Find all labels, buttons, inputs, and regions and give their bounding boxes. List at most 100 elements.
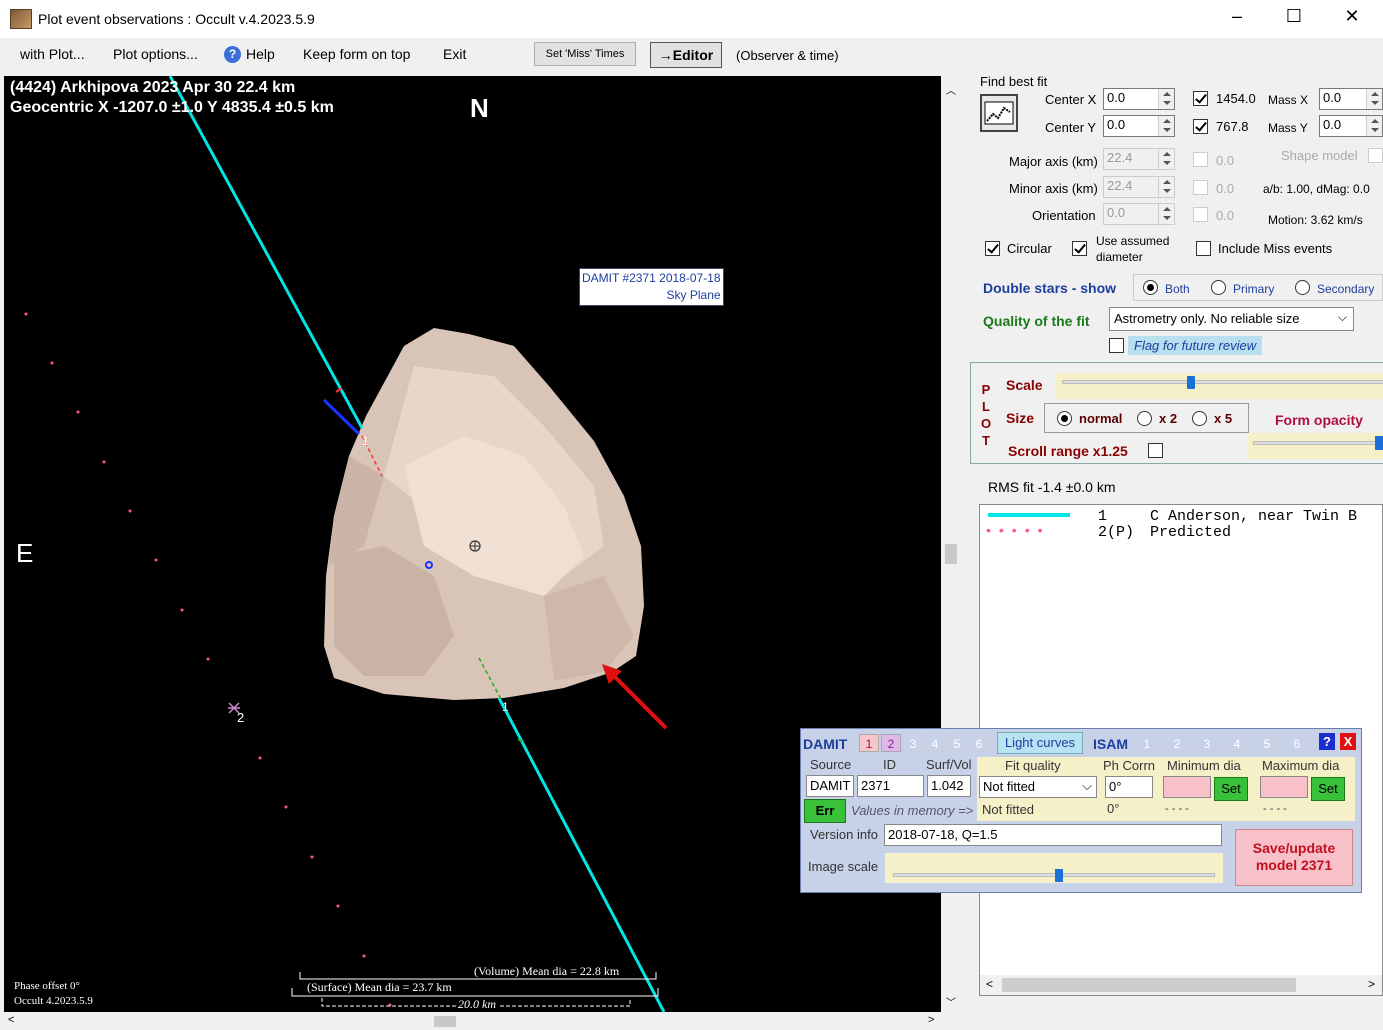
menu-plot-options[interactable]: Plot options... bbox=[113, 46, 198, 62]
fit-chart-icon bbox=[984, 101, 1014, 125]
damit-model-5[interactable]: 5 bbox=[947, 734, 967, 752]
damit-help-button[interactable]: ? bbox=[1319, 733, 1335, 750]
size-normal-label: normal bbox=[1079, 411, 1123, 426]
circular-checkbox[interactable] bbox=[985, 241, 1000, 256]
major-axis-checkbox[interactable] bbox=[1193, 152, 1208, 167]
form-opacity-slider[interactable] bbox=[1247, 433, 1383, 459]
damit-model-1[interactable]: 1 bbox=[859, 734, 879, 752]
find-best-fit-button[interactable] bbox=[980, 94, 1018, 132]
isam-model-4[interactable]: 4 bbox=[1227, 734, 1247, 752]
chevron-down-icon: ⌵ bbox=[1337, 310, 1347, 324]
orientation-value: 0.0 bbox=[1107, 205, 1126, 220]
menu-help[interactable]: Help bbox=[246, 46, 275, 62]
scroll-up-icon[interactable]: ︿ bbox=[946, 82, 956, 97]
fit-quality-dropdown[interactable]: Not fitted ⌵ bbox=[979, 776, 1097, 798]
scroll-left-icon[interactable]: < bbox=[8, 1014, 14, 1026]
fit-quality-value: Not fitted bbox=[983, 779, 1036, 794]
size-normal-radio[interactable] bbox=[1057, 411, 1072, 426]
scroll-down-icon[interactable]: ﹀ bbox=[946, 994, 956, 1009]
scale-label: Scale bbox=[1006, 377, 1043, 393]
light-curves-button[interactable]: Light curves bbox=[997, 732, 1083, 754]
shape-model-label: Shape model bbox=[1281, 148, 1358, 163]
scroll-right-icon[interactable]: > bbox=[928, 1014, 934, 1026]
scale-slider[interactable] bbox=[1056, 373, 1383, 399]
damit-model-3[interactable]: 3 bbox=[903, 734, 923, 752]
mass-x-input[interactable]: 0.0 bbox=[1319, 88, 1383, 110]
hscroll-thumb[interactable] bbox=[434, 1016, 456, 1027]
window-title: Plot event observations : Occult v.4.202… bbox=[38, 11, 315, 27]
size-x5-label: x 5 bbox=[1214, 411, 1233, 426]
center-x-input[interactable]: 0.0 bbox=[1103, 88, 1175, 110]
chord-1-label-bottom: 1 bbox=[502, 700, 509, 714]
scroll-range-checkbox[interactable] bbox=[1148, 443, 1163, 458]
scale-slider-thumb[interactable] bbox=[1187, 376, 1195, 389]
use-assumed-checkbox[interactable] bbox=[1072, 241, 1087, 256]
center-y-input[interactable]: 0.0 bbox=[1103, 115, 1175, 137]
minor-axis-value: 22.4 bbox=[1107, 178, 1133, 193]
size-x5-radio[interactable] bbox=[1192, 411, 1207, 426]
min-dia-field[interactable] bbox=[1163, 776, 1211, 798]
mass-y-input[interactable]: 0.0 bbox=[1319, 115, 1383, 137]
minor-axis-input[interactable]: 22.4 bbox=[1103, 176, 1175, 198]
editor-button[interactable]: →Editor bbox=[650, 42, 722, 68]
max-dia-memory: - - - - bbox=[1263, 803, 1287, 815]
minor-zero: 0.0 bbox=[1216, 181, 1235, 196]
legend-horizontal-scrollbar[interactable]: < > bbox=[980, 975, 1382, 995]
plot-letter-o: O bbox=[980, 416, 992, 431]
ph-corrn-field[interactable]: 0° bbox=[1105, 776, 1153, 798]
menu-observer-time[interactable]: (Observer & time) bbox=[736, 48, 839, 63]
legend-scroll-right-icon[interactable]: > bbox=[1368, 977, 1375, 991]
isam-model-5[interactable]: 5 bbox=[1257, 734, 1277, 752]
plot-header-line1: (4424) Arkhipova 2023 Apr 30 22.4 km bbox=[10, 79, 296, 96]
err-button[interactable]: Err bbox=[804, 799, 846, 823]
shape-model-checkbox[interactable] bbox=[1368, 148, 1383, 163]
version-info-value: 2018-07-18, Q=1.5 bbox=[888, 827, 998, 842]
plot-horizontal-scrollbar[interactable]: < > bbox=[4, 1013, 941, 1030]
set-min-dia-button[interactable]: Set bbox=[1214, 777, 1248, 801]
damit-model-4[interactable]: 4 bbox=[925, 734, 945, 752]
image-scale-slider[interactable] bbox=[885, 853, 1223, 883]
double-both-label: Both bbox=[1165, 282, 1190, 296]
isam-model-3[interactable]: 3 bbox=[1197, 734, 1217, 752]
set-miss-times-button[interactable]: Set 'Miss' Times bbox=[534, 42, 636, 66]
fit-quality-memory: Not fitted bbox=[982, 802, 1035, 817]
center-x-checkbox[interactable] bbox=[1193, 91, 1208, 106]
opacity-slider-thumb[interactable] bbox=[1375, 436, 1383, 450]
minor-axis-checkbox[interactable] bbox=[1193, 180, 1208, 195]
image-scale-thumb[interactable] bbox=[1055, 869, 1063, 882]
double-secondary-radio[interactable] bbox=[1295, 280, 1310, 295]
damit-model-2[interactable]: 2 bbox=[881, 734, 901, 752]
close-button[interactable]: ✕ bbox=[1337, 6, 1367, 27]
double-primary-radio[interactable] bbox=[1211, 280, 1226, 295]
minimize-button[interactable]: – bbox=[1222, 6, 1252, 27]
include-miss-checkbox[interactable] bbox=[1196, 241, 1211, 256]
scroll-thumb[interactable] bbox=[945, 544, 957, 564]
isam-model-6[interactable]: 6 bbox=[1287, 734, 1307, 752]
damit-close-button[interactable]: X bbox=[1340, 733, 1356, 750]
major-axis-input[interactable]: 22.4 bbox=[1103, 148, 1175, 170]
set-max-dia-button[interactable]: Set bbox=[1311, 777, 1345, 801]
menu-exit[interactable]: Exit bbox=[443, 46, 466, 62]
double-both-radio[interactable] bbox=[1143, 280, 1158, 295]
flag-review-checkbox[interactable] bbox=[1109, 338, 1124, 353]
menu-with-plot[interactable]: with Plot... bbox=[20, 46, 85, 62]
chord-2-label: 2 bbox=[237, 710, 245, 725]
ph-corrn-memory: 0° bbox=[1107, 801, 1120, 816]
orientation-label: Orientation bbox=[1032, 208, 1096, 223]
legend-scroll-left-icon[interactable]: < bbox=[986, 977, 993, 991]
center-y-checkbox[interactable] bbox=[1193, 119, 1208, 134]
quality-dropdown[interactable]: Astrometry only. No reliable size ⌵ bbox=[1109, 307, 1354, 331]
use-assumed-label-2: diameter bbox=[1096, 250, 1143, 264]
orientation-input[interactable]: 0.0 bbox=[1103, 203, 1175, 225]
damit-model-6[interactable]: 6 bbox=[969, 734, 989, 752]
isam-model-1[interactable]: 1 bbox=[1137, 734, 1157, 752]
isam-model-2[interactable]: 2 bbox=[1167, 734, 1187, 752]
legend-scroll-thumb[interactable] bbox=[1002, 978, 1296, 992]
save-update-model-button[interactable]: Save/update model 2371 bbox=[1235, 829, 1353, 886]
size-x2-radio[interactable] bbox=[1137, 411, 1152, 426]
max-dia-field[interactable] bbox=[1260, 776, 1308, 798]
maximize-button[interactable]: ☐ bbox=[1279, 6, 1309, 27]
scroll-range-label: Scroll range x1.25 bbox=[1008, 443, 1128, 459]
orientation-checkbox[interactable] bbox=[1193, 207, 1208, 222]
menu-keep-on-top[interactable]: Keep form on top bbox=[303, 46, 410, 62]
